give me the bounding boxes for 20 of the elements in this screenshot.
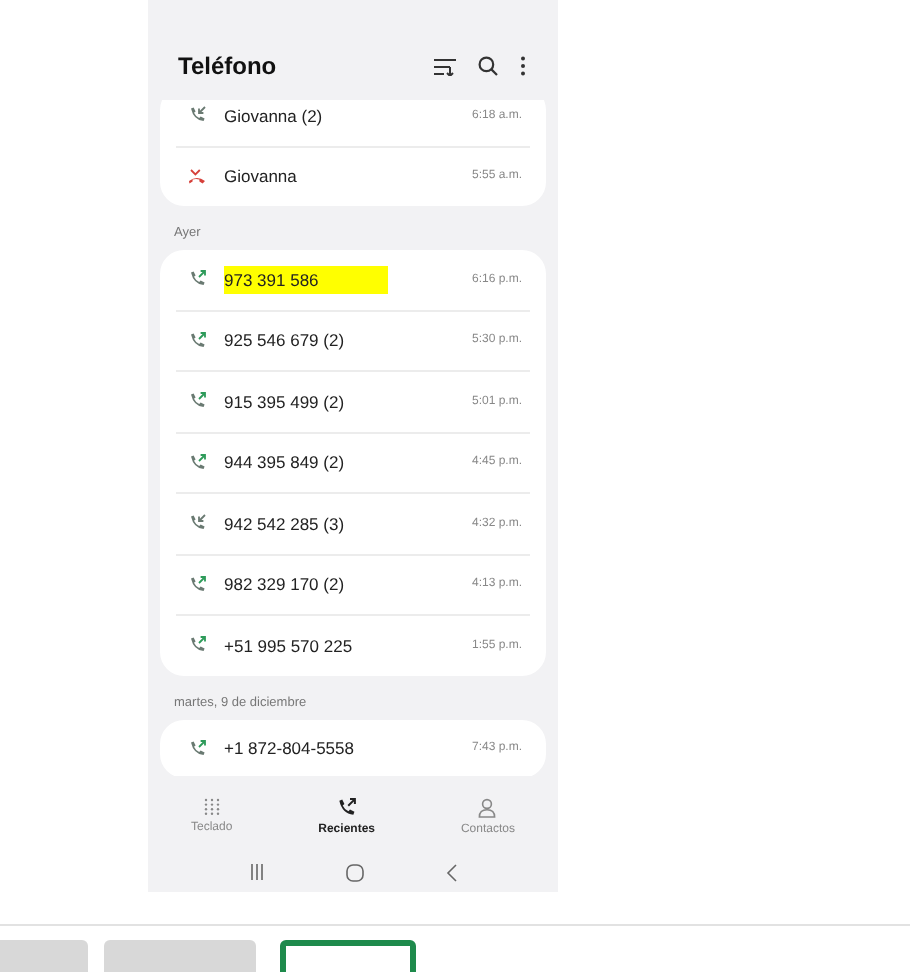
filter-icon[interactable] — [434, 57, 456, 75]
caller-name: 982 329 170 (2) — [224, 574, 347, 595]
person-icon — [478, 797, 497, 817]
caller-name: 942 542 285 (3) — [224, 513, 347, 534]
phone-icon — [336, 797, 357, 817]
caller-name: +51 995 570 225 — [224, 635, 355, 656]
keypad-icon — [203, 798, 220, 816]
recent-apps-icon[interactable] — [249, 864, 263, 880]
caller-name: 973 391 586 — [224, 265, 388, 294]
more-icon[interactable] — [520, 56, 526, 76]
caller-name: 915 395 499 (2) — [224, 391, 347, 412]
search-icon[interactable] — [478, 56, 498, 76]
caller-name: Giovanna (2) — [224, 105, 325, 126]
caller-name: 944 395 849 (2) — [224, 452, 347, 473]
caller-name: +1 872-804-5558 — [224, 738, 356, 759]
app-title: Teléfono — [178, 52, 277, 80]
home-icon[interactable] — [345, 863, 363, 881]
caller-name: 925 546 679 (2) — [224, 330, 347, 351]
caller-name: Giovanna — [224, 166, 299, 187]
back-icon[interactable] — [445, 863, 457, 881]
